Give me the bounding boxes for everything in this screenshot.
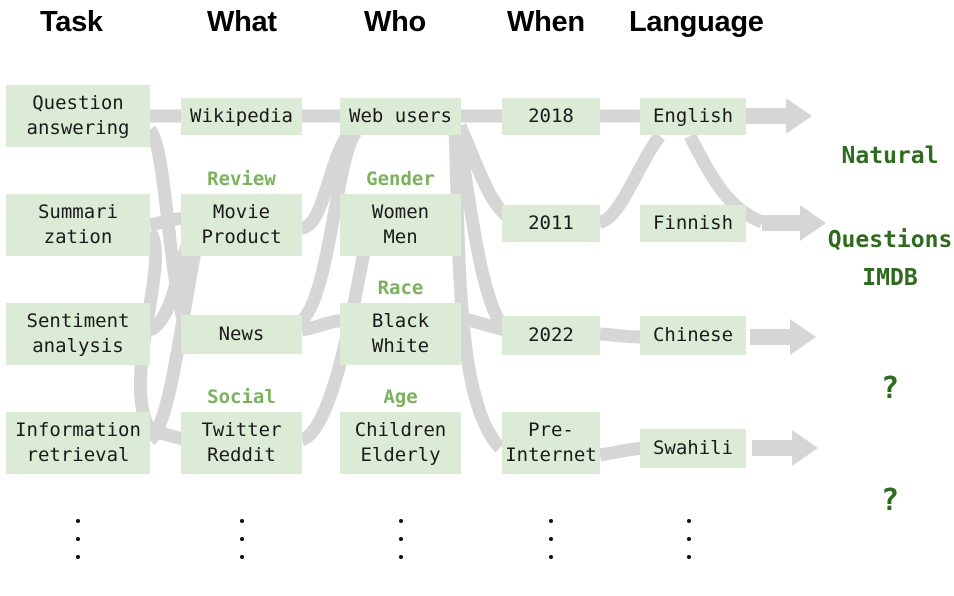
node-what-r2[interactable]: Movie Product [181, 194, 302, 256]
node-who-r4[interactable]: Children Elderly [340, 412, 461, 474]
node-line: News [218, 323, 265, 345]
output-line: ? [880, 483, 900, 518]
arrow-to-question-3 [750, 319, 816, 355]
node-line: zation [43, 226, 113, 248]
node-language-r3[interactable]: Chinese [640, 316, 746, 355]
node-line: 2022 [528, 324, 574, 346]
ellipsis-task [74, 512, 82, 566]
node-when-r1[interactable]: 2018 [502, 98, 600, 135]
node-line: Web users [349, 105, 452, 127]
node-line: Children [354, 419, 447, 441]
node-line: White [371, 335, 430, 357]
node-line: Summari [37, 201, 119, 223]
node-language-r4[interactable]: Swahili [640, 429, 746, 468]
node-what-r1[interactable]: Wikipedia [181, 98, 302, 135]
figure-canvas: Task What Who When Language Question ans… [0, 0, 954, 596]
node-task-r4[interactable]: Information retrieval [6, 412, 150, 474]
node-line: 2011 [528, 212, 574, 234]
arrow-to-question-4 [752, 430, 818, 466]
arrow-to-natural-questions [744, 98, 812, 134]
node-line: Chinese [652, 324, 734, 346]
node-language-r1[interactable]: English [640, 98, 746, 135]
node-line: English [652, 105, 734, 127]
node-line: Finnish [652, 212, 734, 234]
node-line: analysis [32, 335, 124, 357]
node-line: Product [201, 226, 282, 248]
node-language-r2[interactable]: Finnish [640, 205, 746, 242]
ellipsis-what [238, 512, 246, 566]
ellipsis-language [685, 512, 693, 566]
node-line: Women [371, 201, 430, 223]
node-line: Reddit [207, 444, 276, 466]
node-line: Black [371, 310, 430, 332]
node-who-r3[interactable]: Black White [340, 303, 461, 365]
output-line: IMDB [862, 265, 918, 291]
output-r4: ? [826, 431, 954, 571]
node-task-r2[interactable]: Summari zation [6, 194, 150, 256]
category-label-who-r4: Age [383, 386, 418, 408]
node-line: Movie [212, 201, 271, 223]
node-task-r1[interactable]: Question answering [6, 85, 150, 147]
output-arrows [744, 98, 826, 466]
node-line: Sentiment [26, 310, 130, 332]
node-what-r4[interactable]: Twitter Reddit [181, 412, 302, 474]
category-label-what-r2: Review [207, 168, 276, 190]
node-line: retrieval [26, 444, 130, 466]
node-line: Pre- [528, 419, 574, 441]
node-who-r2[interactable]: Women Men [340, 194, 461, 256]
node-when-r4[interactable]: Pre- Internet [502, 412, 600, 474]
node-line: 2018 [528, 105, 574, 127]
ellipsis-when [547, 512, 555, 566]
category-label-who-r3: Race [377, 277, 424, 299]
node-when-r2[interactable]: 2011 [502, 205, 600, 242]
node-line: Elderly [360, 444, 441, 466]
node-line: Question [32, 92, 124, 114]
node-line: Men [383, 226, 418, 248]
flow-2022-to-chinese [599, 327, 643, 344]
node-line: Twitter [201, 419, 282, 441]
ellipsis-who [397, 512, 405, 566]
node-who-r1[interactable]: Web users [340, 98, 461, 135]
node-task-r3[interactable]: Sentiment analysis [6, 303, 150, 365]
node-line: answering [26, 117, 130, 139]
flow-preinternet-to-swahili [599, 441, 646, 462]
node-when-r3[interactable]: 2022 [502, 316, 600, 355]
output-line: Natural [841, 143, 939, 169]
node-line: Internet [505, 444, 597, 466]
category-label-what-r4: Social [207, 386, 276, 408]
category-label-who-r2: Gender [366, 168, 435, 190]
node-line: Information [15, 419, 141, 441]
arrow-to-imdb [762, 205, 826, 241]
node-what-r3[interactable]: News [181, 315, 302, 354]
node-line: Swahili [652, 437, 734, 459]
output-line: ? [880, 371, 900, 406]
node-line: Wikipedia [190, 105, 293, 127]
